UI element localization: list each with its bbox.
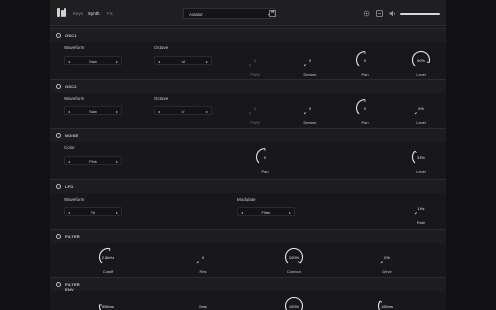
knob-indicator	[303, 112, 306, 115]
knob-indicator	[379, 300, 383, 303]
drive-knob[interactable]: 0% Drive	[375, 247, 399, 274]
power-icon[interactable]	[56, 234, 61, 239]
knob-indicator	[414, 212, 417, 215]
color-select[interactable]: ◂ Pink ▸	[64, 156, 122, 165]
chevron-right-icon[interactable]: ▸	[116, 109, 118, 114]
tab-keys[interactable]: Keys	[73, 11, 83, 16]
detune-knob[interactable]: 0 Detune	[298, 50, 322, 78]
chevron-right-icon[interactable]: ▸	[116, 59, 118, 64]
filter-body: 2.8kHz Cutoff 0 Res 100% Contour 0% Drive	[50, 243, 446, 277]
filter-section: FILTER 2.8kHz Cutoff 0 Res 100% Contour 0% D…	[50, 229, 446, 277]
lfo-section: LFO Waveform ◂ Tri ▸ Modulate ◂ Filter ▸…	[50, 179, 446, 229]
decay-knob[interactable]: 0ms	[191, 296, 215, 310]
lfo-body: Waveform ◂ Tri ▸ Modulate ◂ Filter ▸ 1Hz…	[50, 193, 446, 229]
pan-knob[interactable]: 0 Pan	[353, 50, 377, 77]
top-bar: Keys Synth FX Aviator ▾	[50, 0, 446, 26]
chevron-right-icon[interactable]: ▸	[206, 109, 208, 114]
knob-indicator	[248, 64, 251, 67]
osc1-body: Waveform ◂ Saw ▸ Octave ◂ 'oI ▸ 0 PWM 0 De…	[50, 42, 446, 79]
knob-indicator	[196, 261, 199, 264]
waveform-label: Waveform	[64, 96, 85, 101]
tab-fx[interactable]: FX	[107, 11, 113, 16]
level-knob[interactable]: 0% Level	[409, 98, 433, 125]
sustain-knob[interactable]: 100%	[282, 296, 306, 310]
power-icon[interactable]	[56, 133, 61, 138]
chevron-right-icon[interactable]: ▸	[116, 210, 118, 215]
preset-selector[interactable]: Aviator ▾	[183, 8, 275, 19]
power-icon[interactable]	[56, 282, 61, 287]
midi-icon[interactable]	[376, 10, 383, 17]
chevron-right-icon[interactable]: ▸	[206, 59, 208, 64]
pan-knob[interactable]: 0 Pan	[353, 98, 377, 125]
logo-icon	[57, 8, 66, 17]
filter-env-body: 556ms 0ms 100% 165ms	[50, 291, 446, 310]
save-icon[interactable]	[269, 10, 276, 17]
pan-knob[interactable]: 0 Pan	[253, 147, 277, 174]
volume-icon	[389, 10, 396, 17]
knob-indicator	[414, 112, 417, 115]
settings-icon[interactable]	[363, 10, 370, 17]
rate-knob[interactable]: 1Hz Rate	[409, 198, 433, 225]
waveform-label: Waveform	[64, 45, 85, 50]
power-icon[interactable]	[56, 84, 61, 89]
waveform-label: Waveform	[64, 197, 85, 202]
pwm-knob[interactable]: 0 PWM	[243, 98, 267, 125]
knob-indicator	[298, 261, 301, 264]
chevron-right-icon[interactable]: ▸	[289, 210, 291, 215]
release-knob[interactable]: 165ms	[375, 296, 399, 310]
modulate-select[interactable]: ◂ Filter ▸	[237, 207, 295, 216]
knob-indicator	[303, 64, 306, 67]
section-title: OSC1	[65, 33, 77, 38]
osc2-section: OSC2 Waveform ◂ Saw ▸ Octave ◂ 4' ▸ 0 PWM…	[50, 79, 446, 127]
osc2-body: Waveform ◂ Saw ▸ Octave ◂ 4' ▸ 0 PWM 0 Det…	[50, 93, 446, 127]
waveform-select[interactable]: ◂ Tri ▸	[64, 207, 122, 216]
detune-knob[interactable]: 0 Detune	[298, 98, 322, 126]
octave-select[interactable]: ◂ 'oI ▸	[154, 56, 212, 65]
tab-synth[interactable]: Synth	[88, 11, 100, 16]
attack-knob[interactable]: 556ms	[96, 296, 120, 310]
pwm-knob[interactable]: 0 PWM	[243, 50, 267, 77]
section-title: FILTER	[65, 234, 80, 239]
knob-indicator	[380, 261, 383, 264]
section-title: LFO	[65, 184, 74, 189]
noise-body: Color ◂ Pink ▸ 0 Pan 33% Level	[50, 142, 446, 179]
color-label: Color	[64, 145, 75, 150]
knob-indicator	[414, 150, 417, 154]
power-icon[interactable]	[56, 33, 61, 38]
filter-env-section: FILTER ENV 556ms 0ms 100% 165ms	[50, 277, 446, 310]
octave-label: Octave	[154, 45, 169, 50]
section-title: OSC2	[65, 84, 77, 89]
res-knob[interactable]: 0 Res	[191, 247, 215, 274]
octave-label: Octave	[154, 96, 169, 101]
preset-name: Aviator	[189, 12, 203, 17]
noise-section: NOISE Color ◂ Pink ▸ 0 Pan 33% Level	[50, 128, 446, 179]
level-knob[interactable]: 90% Level	[409, 50, 433, 77]
osc1-section: OSC1 Waveform ◂ Saw ▸ Octave ◂ 'oI ▸ 0 PW…	[50, 28, 446, 79]
knob-indicator	[109, 248, 111, 252]
power-icon[interactable]	[56, 184, 61, 189]
cutoff-knob[interactable]: 2.8kHz Cutoff	[96, 247, 120, 274]
octave-select[interactable]: ◂ 4' ▸	[154, 106, 212, 115]
section-title: NOISE	[65, 133, 79, 138]
waveform-select[interactable]: ◂ Saw ▸	[64, 56, 122, 65]
contour-knob[interactable]: 100% Contour	[282, 247, 306, 274]
knob-indicator	[248, 112, 251, 115]
modulate-label: Modulate	[237, 197, 256, 202]
waveform-select[interactable]: ◂ Saw ▸	[64, 106, 122, 115]
synth-app: Keys Synth FX Aviator ▾ OSC1 Waveform ◂ …	[50, 0, 446, 310]
volume-slider[interactable]	[400, 13, 440, 15]
level-knob[interactable]: 33% Level	[409, 147, 433, 174]
chevron-right-icon[interactable]: ▸	[116, 159, 118, 164]
